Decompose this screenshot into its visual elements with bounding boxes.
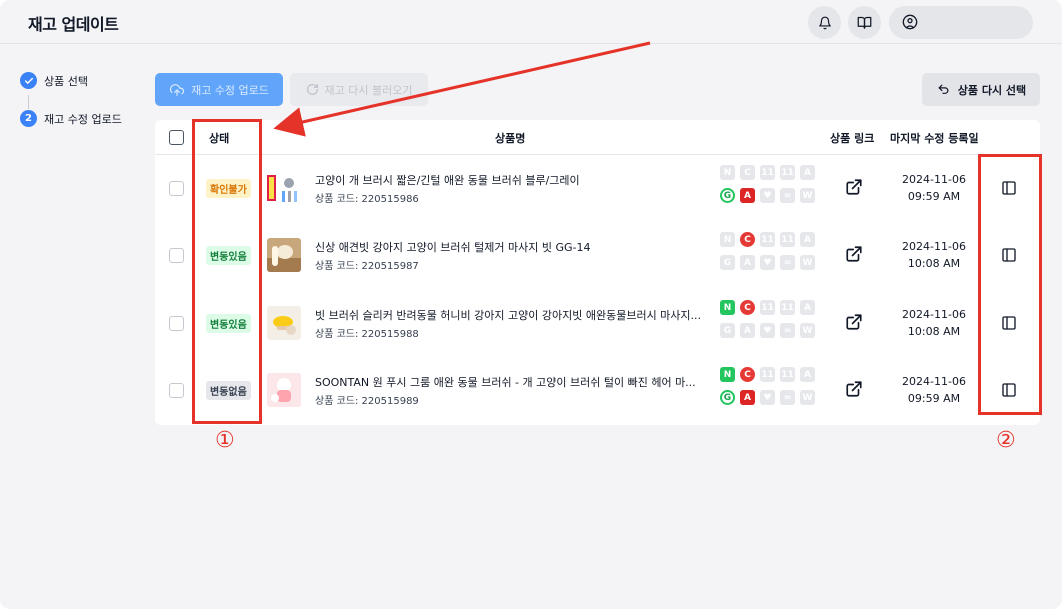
app-window: 재고 업데이트 상품 선택 2 재고 수정 업로드 재고 수정 업로드 재고 다… xyxy=(0,0,1062,609)
annotation-arrow xyxy=(273,41,651,137)
annotation-box-panel xyxy=(978,154,1042,415)
annotation-number-2: ② xyxy=(996,428,1016,453)
annotation-number-1: ① xyxy=(215,428,235,453)
annotation-box-status xyxy=(192,119,262,424)
